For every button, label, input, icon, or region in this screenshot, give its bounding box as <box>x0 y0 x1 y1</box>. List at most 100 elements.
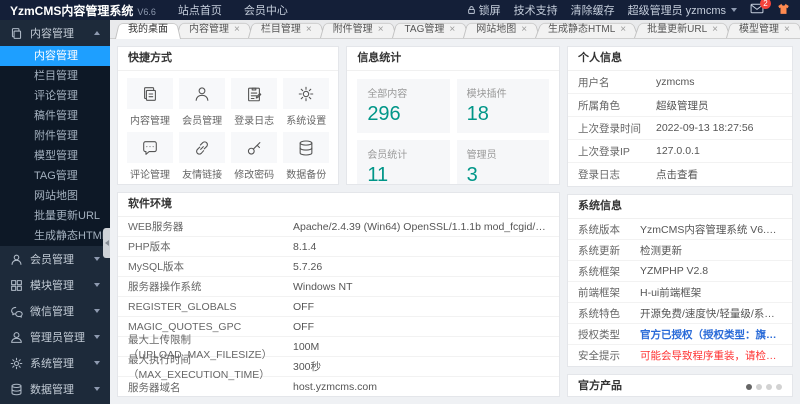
login-log-link[interactable]: 点击查看 <box>656 167 698 182</box>
sidebar-group-admin[interactable]: 管理员管理 <box>0 324 110 350</box>
table-row: 所属角色 超级管理员 <box>568 94 792 117</box>
chevron-down-icon <box>94 335 100 339</box>
close-icon[interactable] <box>784 24 790 35</box>
module-grid-icon <box>11 279 22 291</box>
sidebar-item-category[interactable]: 栏目管理 <box>0 66 110 86</box>
comment-bubble-icon <box>143 140 157 155</box>
carousel-dot[interactable] <box>746 383 752 390</box>
close-icon[interactable] <box>620 24 626 35</box>
sidebar-item-draft[interactable]: 稿件管理 <box>0 106 110 126</box>
app-version: V6.6 <box>137 6 156 17</box>
close-icon[interactable] <box>712 24 718 35</box>
chevron-down-icon <box>94 257 100 261</box>
app-logo: YzmCMS内容管理系统 V6.6 <box>10 3 156 18</box>
chevron-down-icon <box>94 361 100 365</box>
stat-module-plugins[interactable]: 模块插件 18 <box>456 79 549 133</box>
database-icon <box>11 383 22 395</box>
messages-button[interactable]: 2 <box>750 0 771 17</box>
lock-icon <box>467 6 475 14</box>
license-status: 官方已授权（授权类型：旗舰版[终身授权]） <box>640 328 782 341</box>
shortcut-content-manage[interactable]: 内容管理 <box>127 78 174 127</box>
shortcut-system-settings[interactable]: 系统设置 <box>283 78 330 127</box>
table-row: 上次登录时间 2022-09-13 18:27:56 <box>568 117 792 140</box>
content-copy-icon <box>11 27 22 39</box>
statistics-panel: 信息统计 全部内容 296 模块插件 18 会员统计 11 管理员 3 <box>346 46 560 185</box>
shortcut-member-manage[interactable]: 会员管理 <box>179 78 226 127</box>
link-chain-icon <box>196 140 209 155</box>
sidebar-group-module[interactable]: 模块管理 <box>0 272 110 298</box>
tab-sitemap[interactable]: 网站地图 <box>463 21 540 38</box>
sidebar-group-content[interactable]: 内容管理 <box>0 20 110 46</box>
sidebar-group-member[interactable]: 会员管理 <box>0 246 110 272</box>
sidebar-item-tag[interactable]: TAG管理 <box>0 166 110 186</box>
table-row: 登录日志 点击查看 <box>578 167 698 182</box>
tab-my-desktop[interactable]: 我的桌面 <box>115 21 181 38</box>
tab-content[interactable]: 内容管理 <box>176 21 253 38</box>
carousel-dot[interactable] <box>756 383 762 390</box>
sidebar-collapse-toggle[interactable] <box>103 228 110 258</box>
admin-user-icon <box>11 331 22 343</box>
sidebar-item-static-html[interactable]: 生成静态HTML <box>0 226 110 246</box>
stat-members[interactable]: 会员统计 11 <box>357 140 450 184</box>
shortcut-data-backup[interactable]: 数据备份 <box>283 132 330 181</box>
message-count-badge: 2 <box>760 0 771 9</box>
profile-panel: 个人信息 用户名 yzmcms 所属角色 超级管理员 上次登录时间 2022-09-1… <box>567 46 793 187</box>
tab-category[interactable]: 栏目管理 <box>248 21 325 38</box>
check-update-link[interactable]: 检测更新 <box>640 243 682 258</box>
shortcut-friend-links[interactable]: 友情链接 <box>179 132 226 181</box>
tab-static-html[interactable]: 生成静态HTML <box>535 21 639 38</box>
table-row: 授权类型官方已授权（授权类型：旗舰版[终身授权]） <box>568 324 792 345</box>
user-menu[interactable]: 超级管理员 yzmcms <box>628 2 737 18</box>
sidebar-item-batch-url[interactable]: 批量更新URL <box>0 206 110 226</box>
close-icon[interactable] <box>234 24 240 35</box>
carousel-dot[interactable] <box>776 383 782 390</box>
table-row: WEB服务器 Apache/2.4.39 (Win64) OpenSSL/1.1.… <box>118 217 559 237</box>
tab-attachment[interactable]: 附件管理 <box>320 21 397 38</box>
sidebar-group-data[interactable]: 数据管理 <box>0 376 110 402</box>
shortcut-login-log[interactable]: 登录日志 <box>231 78 278 127</box>
table-row: 系统框架 YZMPHP V2.8 <box>568 261 792 282</box>
official-products-panel: 官方产品 <box>567 374 793 397</box>
shortcut-change-password[interactable]: 修改密码 <box>231 132 278 181</box>
panel-title: 软件环境 <box>128 198 172 210</box>
wechat-icon <box>11 306 23 318</box>
main-area: 我的桌面 内容管理 栏目管理 附件管理 TAG管理 网站地图 生成静态HTML … <box>110 20 800 404</box>
carousel-dot[interactable] <box>766 383 772 390</box>
close-icon[interactable] <box>521 24 527 35</box>
tab-model[interactable]: 模型管理 <box>726 21 800 38</box>
panel-title: 个人信息 <box>578 52 622 64</box>
close-icon[interactable] <box>449 24 455 35</box>
security-warning: 可能会导致程序重装，请检查！ <box>640 350 782 362</box>
settings-gear-icon <box>10 357 23 369</box>
nav-site-home[interactable]: 站点首页 <box>178 2 222 18</box>
sidebar-group-wechat[interactable]: 微信管理 <box>0 298 110 324</box>
table-row: 最大执行时间（MAX_EXECUTION_TIME） 300秒 <box>118 354 559 381</box>
lock-screen-button[interactable]: 锁屏 <box>467 2 501 18</box>
login-log-icon <box>248 87 262 101</box>
stat-total-content[interactable]: 全部内容 296 <box>357 79 450 133</box>
sidebar-item-model[interactable]: 模型管理 <box>0 146 110 166</box>
close-icon[interactable] <box>306 24 312 35</box>
chevron-up-icon <box>94 31 100 35</box>
sidebar-item-sitemap[interactable]: 网站地图 <box>0 186 110 206</box>
clear-cache-button[interactable]: 清除缓存 <box>571 2 615 18</box>
sidebar-item-comment[interactable]: 评论管理 <box>0 86 110 106</box>
shortcut-comment-manage[interactable]: 评论管理 <box>127 132 174 181</box>
theme-shirt-button[interactable] <box>777 3 790 18</box>
sidebar-submenu: 内容管理 栏目管理 评论管理 稿件管理 附件管理 模型管理 TAG管理 网站地图… <box>0 46 110 246</box>
nav-member-center[interactable]: 会员中心 <box>244 2 288 18</box>
tech-support-link[interactable]: 技术支持 <box>514 2 558 18</box>
table-row: 服务器域名 host.yzmcms.com <box>128 381 378 394</box>
sidebar-item-attachment[interactable]: 附件管理 <box>0 126 110 146</box>
table-row: PHP版本 8.1.4 <box>118 237 559 257</box>
arrow-left-icon <box>104 240 109 246</box>
sidebar-item-content[interactable]: 内容管理 <box>0 46 110 66</box>
chevron-down-icon <box>94 283 100 287</box>
sidebar-group-system[interactable]: 系统管理 <box>0 350 110 376</box>
tab-batch-url[interactable]: 批量更新URL <box>634 21 731 38</box>
stat-admins[interactable]: 管理员 3 <box>456 140 549 184</box>
tab-tag[interactable]: TAG管理 <box>392 21 469 38</box>
close-icon[interactable] <box>378 24 384 35</box>
carousel-dots <box>746 383 782 390</box>
panel-title: 快捷方式 <box>128 52 172 64</box>
